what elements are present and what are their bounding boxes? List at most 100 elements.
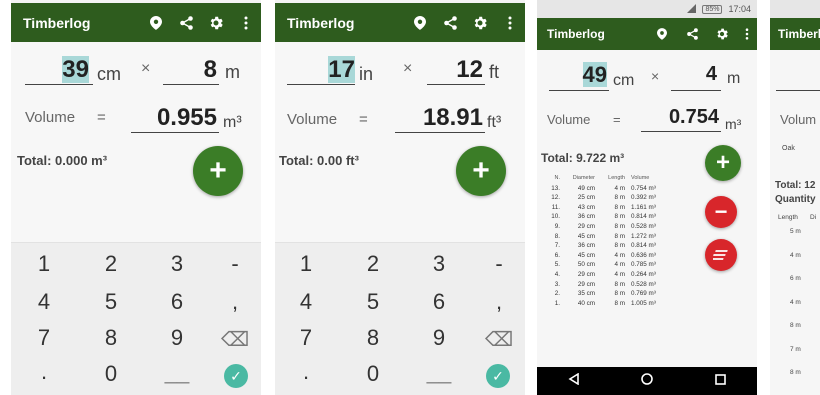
diameter-underline xyxy=(287,84,355,85)
log-length: 8 m xyxy=(614,299,626,307)
key-4[interactable]: 4 xyxy=(286,289,326,315)
length-input[interactable]: 8 xyxy=(171,56,217,84)
key-minus[interactable]: - xyxy=(479,251,519,277)
log-number: 4. xyxy=(554,270,560,278)
volume-unit: m³ xyxy=(725,116,742,132)
key-1[interactable]: 1 xyxy=(286,251,326,277)
log-row[interactable]: 9. 29 cm 8 m 0.528 m³ xyxy=(541,222,721,232)
gear-icon[interactable] xyxy=(465,16,495,30)
gear-icon[interactable] xyxy=(707,28,737,40)
recents-icon[interactable] xyxy=(715,372,726,390)
log-row[interactable]: 3. 29 cm 8 m 0.528 m³ xyxy=(541,280,721,290)
key-2[interactable]: 2 xyxy=(353,251,393,277)
plus-icon: + xyxy=(472,154,490,187)
key-4[interactable]: 4 xyxy=(24,289,64,315)
log-row[interactable]: 7. 36 cm 8 m 0.814 m³ xyxy=(541,241,721,251)
app-title: Timberlog xyxy=(547,27,605,41)
log-number: 3. xyxy=(554,280,560,288)
log-volume: 0.769 m³ xyxy=(631,290,656,298)
species-label: Oak xyxy=(782,145,795,152)
col-length: Length xyxy=(608,175,625,181)
log-diameter: 50 cm xyxy=(577,261,595,269)
key-7[interactable]: 7 xyxy=(24,325,64,351)
app-title: Timberlog xyxy=(23,14,91,31)
overflow-menu-icon[interactable] xyxy=(495,16,525,30)
equals-sign: = xyxy=(613,112,621,127)
log-table: N. Diameter Length Volume 13. 49 cm 4 m 0.7… xyxy=(541,174,721,308)
location-icon[interactable] xyxy=(647,28,677,40)
length-underline xyxy=(671,90,721,91)
key-3[interactable]: 3 xyxy=(419,251,459,277)
add-log-button[interactable]: + xyxy=(193,146,243,196)
key-2[interactable]: 2 xyxy=(91,251,131,277)
log-row[interactable]: 6. 45 cm 4 m 0.636 m³ xyxy=(541,251,721,261)
log-row[interactable]: 5. 50 cm 4 m 0.785 m³ xyxy=(541,260,721,270)
confirm-check-button[interactable]: ✓ xyxy=(224,364,248,388)
volume-underline xyxy=(395,132,485,133)
key-5[interactable]: 5 xyxy=(353,289,393,315)
status-bar xyxy=(770,0,820,18)
key-6[interactable]: 6 xyxy=(157,289,197,315)
log-row[interactable]: 13. 49 cm 4 m 0.754 m³ xyxy=(541,184,721,194)
log-volume: 1.161 m³ xyxy=(631,203,656,211)
log-row[interactable]: 8. 45 cm 8 m 1.272 m³ xyxy=(541,232,721,242)
key-comma[interactable]: , xyxy=(479,289,519,315)
clock: 17:04 xyxy=(728,4,751,14)
log-volume: 0.814 m³ xyxy=(631,242,656,250)
key-comma[interactable]: , xyxy=(215,289,255,315)
app-title: Timberlog xyxy=(287,14,355,31)
diameter-input[interactable]: 39 xyxy=(41,56,89,84)
key-period[interactable]: . xyxy=(24,359,64,385)
length-input[interactable]: 4 xyxy=(677,63,717,86)
volume-value: 18.91 xyxy=(422,104,483,131)
share-icon[interactable] xyxy=(677,28,707,40)
diameter-input[interactable]: 17 xyxy=(297,56,355,84)
key-0[interactable]: 0 xyxy=(353,361,393,387)
confirm-check-button[interactable]: ✓ xyxy=(486,364,510,388)
key-3[interactable]: 3 xyxy=(157,251,197,277)
diameter-input[interactable]: 49 xyxy=(567,62,607,88)
home-icon[interactable] xyxy=(641,372,654,390)
backspace-icon[interactable]: ⌫ xyxy=(479,327,519,352)
location-icon[interactable] xyxy=(141,15,171,30)
key-9[interactable]: 9 xyxy=(157,325,197,351)
key-space[interactable]: __ xyxy=(419,359,459,385)
log-row[interactable]: 4. 29 cm 4 m 0.264 m³ xyxy=(541,270,721,280)
key-8[interactable]: 8 xyxy=(91,325,131,351)
key-5[interactable]: 5 xyxy=(91,289,131,315)
log-volume: 0.264 m³ xyxy=(631,270,656,278)
key-7[interactable]: 7 xyxy=(286,325,326,351)
screenshot-strip: Timberlog 39 cm × 8 m Volume = 0.955 m³ … xyxy=(0,0,820,395)
key-8[interactable]: 8 xyxy=(353,325,393,351)
key-period[interactable]: . xyxy=(286,359,326,385)
log-volume: 0.785 m³ xyxy=(631,261,656,269)
location-icon[interactable] xyxy=(405,15,435,30)
log-row[interactable]: 10. 36 cm 8 m 0.814 m³ xyxy=(541,212,721,222)
back-icon[interactable] xyxy=(568,372,580,390)
log-row[interactable]: 1. 40 cm 8 m 1.005 m³ xyxy=(541,299,721,309)
log-row[interactable]: 12. 25 cm 8 m 0.392 m³ xyxy=(541,193,721,203)
gear-icon[interactable] xyxy=(201,16,231,30)
key-6[interactable]: 6 xyxy=(419,289,459,315)
overflow-menu-icon[interactable] xyxy=(737,28,757,40)
log-row[interactable]: 11. 43 cm 8 m 1.161 m³ xyxy=(541,203,721,213)
share-icon[interactable] xyxy=(435,15,465,30)
log-volume: 0.814 m³ xyxy=(631,213,656,221)
log-number: 9. xyxy=(554,222,560,230)
key-9[interactable]: 9 xyxy=(419,325,459,351)
log-row[interactable]: 2. 35 cm 8 m 0.769 m³ xyxy=(541,289,721,299)
key-0[interactable]: 0 xyxy=(91,361,131,387)
share-icon[interactable] xyxy=(171,15,201,30)
log-number: 13. xyxy=(551,184,560,192)
key-minus[interactable]: - xyxy=(215,251,255,277)
backspace-icon[interactable]: ⌫ xyxy=(215,327,255,352)
numeric-keypad: 1 2 3 - 4 5 6 , 7 8 9 ⌫ . 0 __ ✓ xyxy=(275,242,525,395)
diameter-unit: cm xyxy=(97,64,121,84)
length-input[interactable]: 12 xyxy=(435,56,483,84)
key-space[interactable]: __ xyxy=(157,359,197,385)
calculator-panel: 39 cm × 8 m Volume = 0.955 m³ Total: 0.0… xyxy=(11,42,261,242)
add-log-button[interactable]: + xyxy=(456,146,506,196)
volume-unit: ft³ xyxy=(487,114,502,131)
key-1[interactable]: 1 xyxy=(24,251,64,277)
overflow-menu-icon[interactable] xyxy=(231,16,261,30)
